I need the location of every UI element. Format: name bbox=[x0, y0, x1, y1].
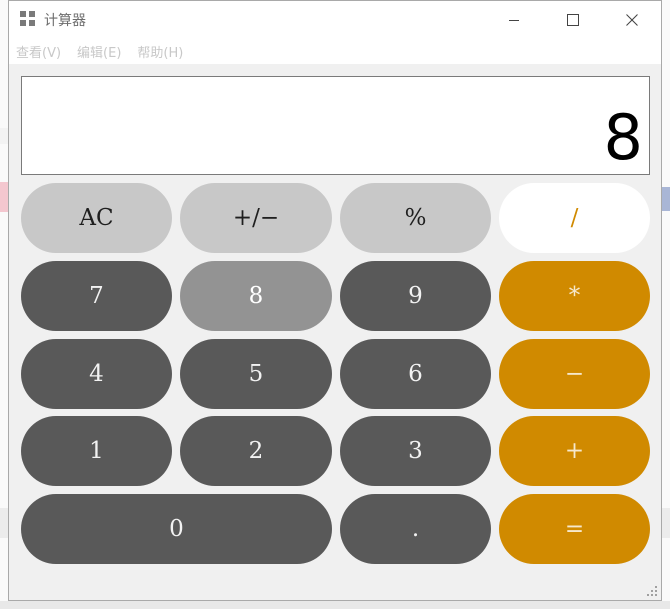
key-all-clear[interactable]: AC bbox=[21, 183, 172, 253]
key-7[interactable]: 7 bbox=[21, 261, 172, 331]
menu-edit[interactable]: 编辑(E) bbox=[77, 42, 121, 61]
close-button[interactable] bbox=[603, 1, 661, 38]
key-9[interactable]: 9 bbox=[340, 261, 491, 331]
key-add[interactable]: + bbox=[499, 416, 650, 486]
menu-view[interactable]: 查看(V) bbox=[16, 42, 61, 61]
key-5[interactable]: 5 bbox=[180, 339, 332, 409]
key-percent[interactable]: % bbox=[340, 183, 491, 253]
key-2[interactable]: 2 bbox=[180, 416, 332, 486]
maximize-icon bbox=[567, 13, 579, 26]
display-value: 8 bbox=[603, 101, 643, 174]
menu-bar: 查看(V) 编辑(E) 帮助(H) bbox=[9, 38, 661, 64]
key-6[interactable]: 6 bbox=[340, 339, 491, 409]
minimize-icon bbox=[509, 19, 519, 21]
minimize-button[interactable] bbox=[485, 1, 543, 38]
key-4[interactable]: 4 bbox=[21, 339, 172, 409]
calculator-window: 计算器 查看(V) 编辑(E) 帮助(H) 8 AC +/− % / 7 8 9… bbox=[8, 0, 662, 601]
calculator-grid-icon bbox=[20, 11, 36, 27]
key-divide[interactable]: / bbox=[499, 183, 650, 253]
key-3[interactable]: 3 bbox=[340, 416, 491, 486]
key-8[interactable]: 8 bbox=[180, 261, 332, 331]
key-1[interactable]: 1 bbox=[21, 416, 172, 486]
title-bar[interactable]: 计算器 bbox=[9, 1, 661, 38]
key-decimal[interactable]: . bbox=[340, 494, 491, 564]
resize-grip-icon[interactable] bbox=[647, 586, 657, 596]
key-toggle-sign[interactable]: +/− bbox=[180, 183, 332, 253]
menu-help[interactable]: 帮助(H) bbox=[137, 42, 183, 61]
key-subtract[interactable]: − bbox=[499, 339, 650, 409]
window-title: 计算器 bbox=[44, 13, 86, 29]
key-equals[interactable]: = bbox=[499, 494, 650, 564]
key-multiply[interactable]: * bbox=[499, 261, 650, 331]
key-0[interactable]: 0 bbox=[21, 494, 332, 564]
background-taskbar-strip bbox=[0, 601, 670, 609]
result-display: 8 bbox=[21, 76, 650, 175]
close-icon bbox=[626, 13, 638, 26]
maximize-button[interactable] bbox=[544, 1, 602, 38]
